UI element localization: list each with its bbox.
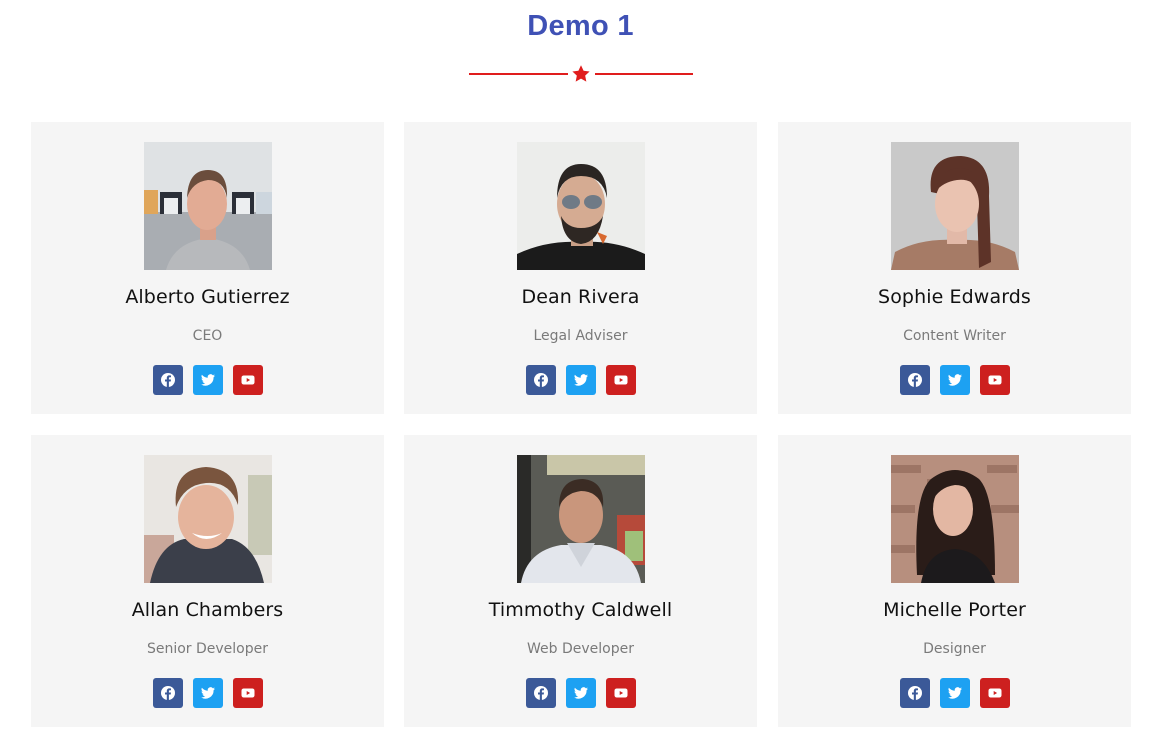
- youtube-button[interactable]: [605, 365, 636, 395]
- team-member-card: Allan Chambers Senior Developer: [31, 435, 384, 727]
- team-member-card: Timmothy Caldwell Web Developer: [404, 435, 757, 727]
- facebook-button[interactable]: [152, 678, 183, 708]
- twitter-button[interactable]: [939, 678, 970, 708]
- facebook-button[interactable]: [899, 365, 930, 395]
- twitter-icon: [573, 374, 588, 386]
- facebook-icon: [160, 373, 175, 387]
- facebook-button[interactable]: [525, 365, 556, 395]
- photo-timmothy-caldwell: [517, 455, 645, 583]
- social-links: [778, 678, 1131, 708]
- page-title: Demo 1: [527, 10, 634, 42]
- youtube-icon: [241, 375, 254, 385]
- twitter-button[interactable]: [192, 365, 223, 395]
- twitter-icon: [200, 374, 215, 386]
- member-position: Legal Adviser: [533, 328, 628, 344]
- social-links: [31, 365, 384, 395]
- member-photo: [144, 455, 272, 583]
- youtube-icon: [988, 375, 1001, 385]
- member-photo: [144, 142, 272, 270]
- twitter-button[interactable]: [565, 365, 596, 395]
- twitter-button[interactable]: [192, 678, 223, 708]
- youtube-icon: [988, 688, 1001, 698]
- title-divider: [469, 64, 693, 84]
- youtube-button[interactable]: [232, 365, 263, 395]
- photo-sophie-edwards: [891, 142, 1019, 270]
- team-member-card: Alberto Gutierrez CEO: [31, 122, 384, 414]
- social-links: [31, 678, 384, 708]
- facebook-icon: [533, 373, 548, 387]
- member-position: Senior Developer: [146, 641, 269, 657]
- twitter-button[interactable]: [939, 365, 970, 395]
- twitter-icon: [573, 687, 588, 699]
- member-photo: [517, 142, 645, 270]
- facebook-button[interactable]: [525, 678, 556, 708]
- facebook-icon: [907, 686, 922, 700]
- youtube-icon: [241, 688, 254, 698]
- youtube-button[interactable]: [979, 365, 1010, 395]
- youtube-button[interactable]: [979, 678, 1010, 708]
- member-position: Web Developer: [527, 641, 634, 657]
- member-position: Content Writer: [903, 328, 1006, 344]
- divider-line-right: [595, 73, 693, 75]
- team-member-card: Dean Rivera Legal Adviser: [404, 122, 757, 414]
- twitter-icon: [947, 374, 962, 386]
- facebook-button[interactable]: [152, 365, 183, 395]
- social-links: [404, 678, 757, 708]
- photo-michelle-porter: [891, 455, 1019, 583]
- star-icon: [572, 65, 590, 82]
- photo-allan-chambers: [144, 455, 272, 583]
- member-name: Dean Rivera: [521, 286, 640, 308]
- social-links: [778, 365, 1131, 395]
- facebook-icon: [533, 686, 548, 700]
- member-name: Allan Chambers: [131, 599, 284, 621]
- photo-alberto-gutierrez: [144, 142, 272, 270]
- member-position: CEO: [192, 328, 223, 344]
- youtube-button[interactable]: [605, 678, 636, 708]
- twitter-icon: [200, 687, 215, 699]
- photo-dean-rivera: [517, 142, 645, 270]
- member-name: Sophie Edwards: [878, 286, 1031, 308]
- youtube-icon: [614, 375, 627, 385]
- member-name: Alberto Gutierrez: [125, 286, 290, 308]
- facebook-icon: [907, 373, 922, 387]
- member-position: Designer: [923, 641, 986, 657]
- social-links: [404, 365, 757, 395]
- member-name: Timmothy Caldwell: [488, 599, 673, 621]
- team-member-card: Michelle Porter Designer: [778, 435, 1131, 727]
- facebook-icon: [160, 686, 175, 700]
- youtube-icon: [614, 688, 627, 698]
- member-photo: [517, 455, 645, 583]
- member-photo: [891, 142, 1019, 270]
- divider-line-left: [469, 73, 568, 75]
- youtube-button[interactable]: [232, 678, 263, 708]
- twitter-button[interactable]: [565, 678, 596, 708]
- facebook-button[interactable]: [899, 678, 930, 708]
- team-member-card: Sophie Edwards Content Writer: [778, 122, 1131, 414]
- twitter-icon: [947, 687, 962, 699]
- member-photo: [891, 455, 1019, 583]
- member-name: Michelle Porter: [883, 599, 1026, 621]
